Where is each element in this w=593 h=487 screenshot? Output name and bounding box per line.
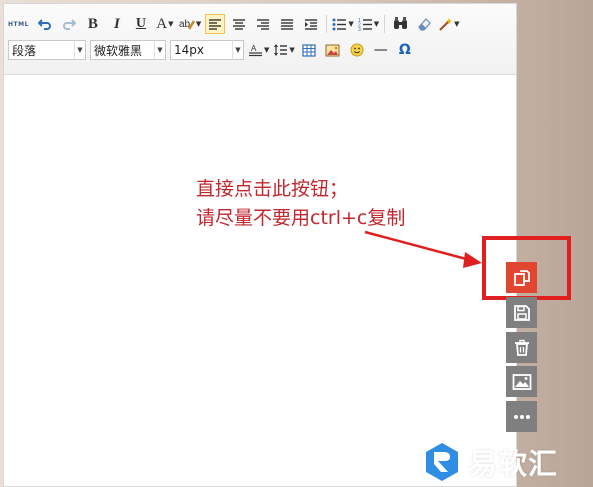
more-icon [513, 414, 530, 419]
image-button[interactable] [506, 366, 537, 397]
image-icon [512, 373, 531, 390]
save-button[interactable] [506, 297, 537, 328]
copy-button[interactable] [506, 262, 537, 293]
trash-icon [514, 339, 529, 356]
watermark: 易软汇 [424, 441, 558, 483]
more-button[interactable] [506, 401, 537, 432]
delete-button[interactable] [506, 332, 537, 363]
save-icon [513, 304, 530, 321]
copy-icon [513, 269, 530, 286]
watermark-text: 易软汇 [468, 447, 559, 481]
watermark-logo-icon [426, 443, 458, 481]
